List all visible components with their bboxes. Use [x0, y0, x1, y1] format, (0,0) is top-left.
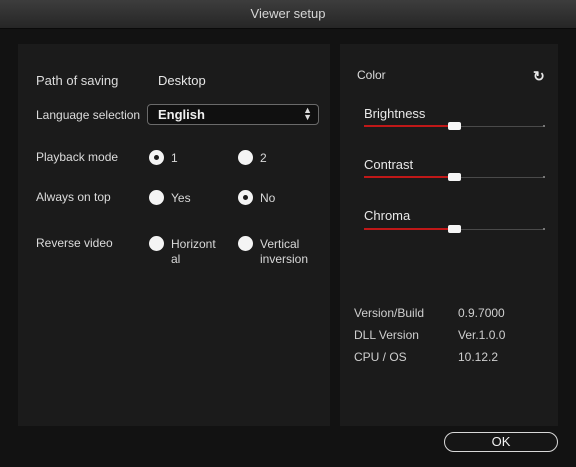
chroma-thumb[interactable] [448, 225, 461, 233]
chroma-fill [364, 228, 454, 230]
reverse-option-vertical-line1: Vertical [260, 237, 300, 251]
window-title: Viewer setup [250, 6, 326, 21]
playback-radio-2[interactable] [238, 150, 253, 165]
ok-button[interactable]: OK [444, 432, 558, 452]
language-label: Language selection [36, 108, 141, 122]
playback-option-1-label: 1 [171, 151, 178, 165]
reverse-option-vertical-line2: inversion [260, 252, 309, 266]
reverse-radio-vertical[interactable] [238, 236, 253, 251]
dll-label: DLL Version [354, 328, 419, 342]
playback-radio-1[interactable] [149, 150, 164, 165]
chroma-label: Chroma [364, 208, 411, 223]
path-label: Path of saving [36, 73, 119, 88]
ontop-option-no-label: No [260, 191, 276, 205]
settings-panel: Path of saving Desktop Language selectio… [18, 44, 330, 426]
ontop-radio-yes[interactable] [149, 190, 164, 205]
color-title: Color [357, 68, 386, 82]
contrast-fill [364, 176, 454, 178]
reverse-radio-horizontal[interactable] [149, 236, 164, 251]
language-select-value: English [158, 107, 205, 122]
playback-option-2-label: 2 [260, 151, 267, 165]
brightness-fill [364, 125, 454, 127]
brightness-thumb[interactable] [448, 122, 461, 130]
contrast-label: Contrast [364, 157, 414, 172]
reverse-option-horizontal-label: Horizont al [171, 237, 216, 267]
os-value: 10.12.2 [458, 350, 499, 364]
refresh-icon[interactable]: ↻ [533, 68, 545, 85]
reverse-label: Reverse video [36, 236, 113, 250]
os-label: CPU / OS [354, 350, 407, 364]
version-value: 0.9.7000 [458, 306, 505, 320]
contrast-thumb[interactable] [448, 173, 461, 181]
path-value: Desktop [158, 73, 206, 88]
reverse-option-vertical-label: Vertical inversion [260, 237, 308, 267]
dll-value: Ver.1.0.0 [458, 328, 506, 342]
select-arrows-icon: ▲ ▼ [303, 105, 312, 122]
ontop-radio-no[interactable] [238, 190, 253, 205]
contrast-track-end [543, 176, 545, 178]
ontop-label: Always on top [36, 190, 111, 204]
brightness-track-end [543, 125, 545, 127]
reverse-option-horizontal-line2: al [171, 252, 181, 266]
color-panel: Color ↻ Brightness Contrast Chroma Versi… [340, 44, 558, 426]
brightness-label: Brightness [364, 106, 426, 121]
title-bar: Viewer setup [0, 0, 576, 29]
chroma-track-end [543, 228, 545, 230]
ontop-option-yes-label: Yes [171, 191, 191, 205]
reverse-option-horizontal-line1: Horizont [171, 237, 216, 251]
version-label: Version/Build [354, 306, 425, 320]
playback-label: Playback mode [36, 150, 119, 164]
language-select[interactable]: English ▲ ▼ [147, 104, 319, 125]
